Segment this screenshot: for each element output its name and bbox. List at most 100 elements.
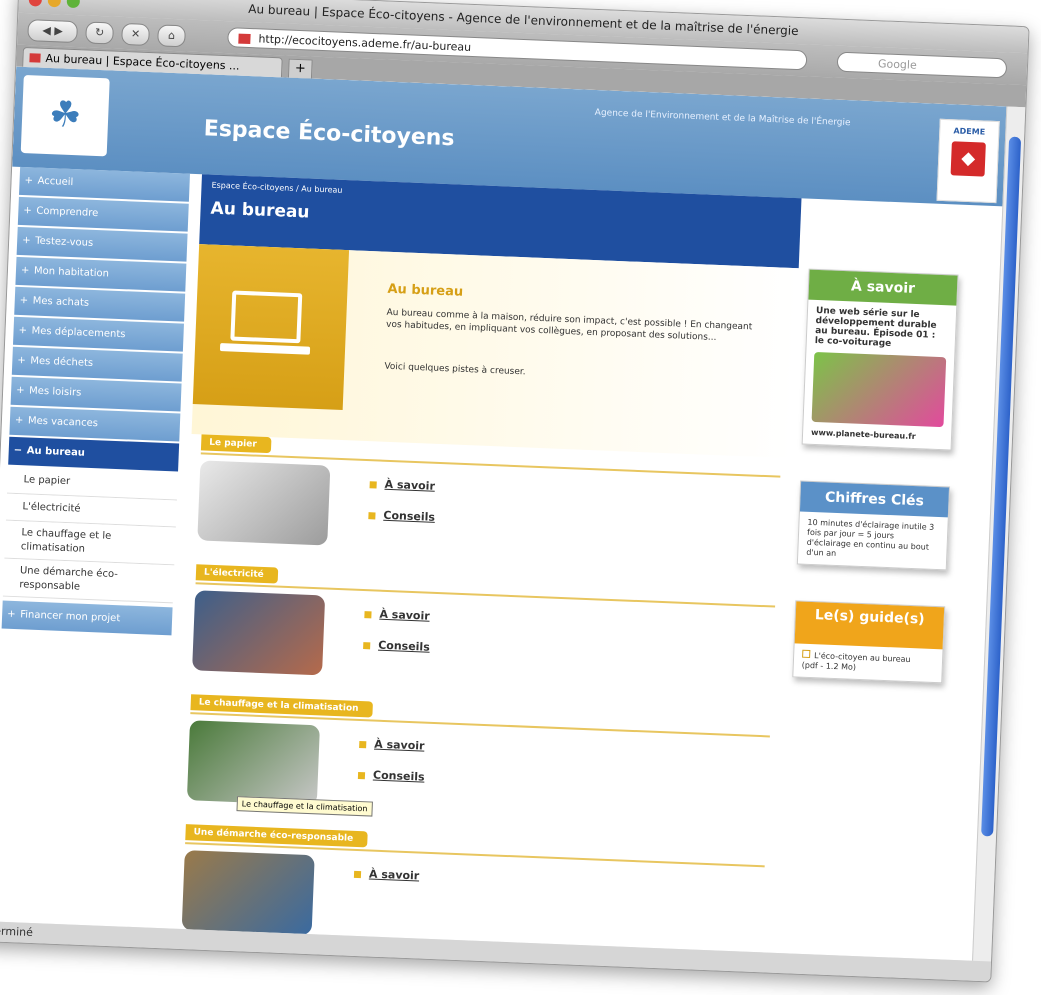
conseils-link[interactable]: Conseils [368,508,435,524]
savoir-box: À savoir Une web série sur le développem… [801,268,959,451]
intro-text: Au bureau comme à la maison, réduire son… [385,307,753,343]
sidebar-item-label: Testez-vous [34,235,94,249]
conseils-link[interactable]: Conseils [357,768,425,784]
pdf-icon [802,649,811,659]
sidebar-item-label: Mes déplacements [31,325,126,341]
sidebar-item-mes-achats[interactable]: + Mes achats [14,286,186,322]
plus-icon: + [21,235,31,247]
plus-icon: + [18,324,28,337]
agency-name: Agence de l'Environnement et de la Maîtr… [594,107,851,129]
tooltip: Le chauffage et la climatisation [236,796,373,817]
section-label: Le papier [200,434,272,454]
savoir-link[interactable]: À savoir [353,867,420,883]
web-series-image[interactable] [811,351,947,428]
link-label: Conseils [372,768,425,784]
plus-icon: + [20,265,30,277]
bullet-icon [359,740,367,748]
browser-window: Au bureau | Espace Éco-citoyens - Agence… [0,0,1030,983]
guide-size: (pdf - 1.2 Mo) [801,660,857,672]
chiffres-text: 10 minutes d'éclairage inutile 3 fois pa… [806,517,935,558]
sidebar-item-testez-vous[interactable]: + Testez-vous [16,226,188,262]
guide-box-body: L'éco-citoyen au bureau (pdf - 1.2 Mo) [793,643,942,682]
savoir-link[interactable]: À savoir [364,607,431,623]
planete-bureau-link[interactable]: www.planete-bureau.fr [811,428,943,443]
bullet-icon [357,771,366,779]
bullet-icon [368,511,376,519]
search-input[interactable]: Google [836,51,1008,79]
back-forward-button[interactable]: ◀ ▶ [27,19,79,44]
link-label: Conseils [377,638,431,654]
sidebar-item-label: Mes vacances [27,415,99,430]
section-links: À savoir Conseils [357,737,426,802]
page-title: Au bureau [210,198,310,223]
sidebar-item-label: Mes déchets [30,355,94,369]
plus-icon: + [23,205,32,217]
url-text: http://ecocitoyens.ademe.fr/au-bureau [258,32,472,54]
home-icon[interactable]: ⌂ [157,24,186,48]
computer-icon [230,290,303,344]
intro-text-2: Voici quelques pistes à creuser. [384,361,526,378]
plus-icon: + [14,414,24,427]
site-title[interactable]: Espace Éco-citoyens [203,116,455,151]
sidebar-item-label: Mes achats [32,295,90,309]
ademe-logo[interactable]: ADEME ◆ [936,118,1000,204]
sidebar-item-mes-dechets[interactable]: + Mes déchets [11,346,183,382]
plus-icon: + [17,354,26,367]
breadcrumb[interactable]: Espace Éco-citoyens / Au bureau [211,181,342,195]
plus-icon: + [6,608,16,621]
print-button[interactable]: Imprimer ▪ [943,244,988,255]
bullet-icon [364,610,372,618]
computer-photo [192,590,326,676]
section-electricite: L'électricité À savoir Conseils [181,564,786,718]
sidebar-item-accueil[interactable]: + Accueil [19,166,190,202]
link-label: À savoir [379,607,430,623]
link-label: À savoir [368,867,420,883]
savoir-link[interactable]: À savoir [359,737,426,753]
section-papier: Le papier À savoir Conseils [186,434,791,588]
sidebar-item-comprendre[interactable]: + Comprendre [17,196,189,232]
plus-icon: + [15,384,25,397]
savoir-link[interactable]: À savoir [369,477,436,493]
new-tab-button[interactable]: + [287,58,313,80]
sidebar-subitem-demarche[interactable]: Une démarche éco-responsable [2,558,175,604]
sidebar-item-label: Mon habitation [33,265,110,280]
sidebar-item-financer[interactable]: + Financer mon projet [1,600,173,636]
sidebar-item-mes-vacances[interactable]: + Mes vacances [9,406,181,442]
link-label: À savoir [384,477,436,493]
sidebar-item-label: Comprendre [36,205,99,220]
sidebar-item-label: Mes loisirs [28,385,82,399]
sidebar-item-mon-habitation[interactable]: + Mon habitation [15,256,187,292]
bullet-icon [363,641,371,649]
section-label: L'électricité [195,564,279,584]
reload-icon[interactable]: ↻ [85,21,115,45]
tab-favicon [29,53,41,63]
right-column: À savoir Une web série sur le développem… [791,268,959,720]
conseils-link[interactable]: Conseils [363,638,430,654]
computer-base [219,343,311,355]
sidebar-item-label: Au bureau [26,445,86,459]
intro-title: Au bureau [387,281,464,300]
stop-icon[interactable]: ✕ [121,22,150,46]
link-label: À savoir [373,737,425,753]
minus-icon: − [13,444,23,457]
site-favicon [238,33,251,45]
guide-box-title: Le(s) guide(s) [794,601,945,650]
sidebar-item-au-bureau[interactable]: − Au bureau [8,436,180,472]
sidebar: + Accueil + Comprendre + Testez-vous + Mon h… [1,166,190,637]
savoir-text: Une web série sur le développement durab… [814,305,937,350]
link-label: Conseils [383,508,436,524]
guide-box: Le(s) guide(s) L'éco-citoyen au bureau (… [792,600,946,684]
page-content: ☘ Espace Éco-citoyens Agence de l'Enviro… [0,66,1008,961]
site-logo[interactable]: ☘ [20,74,110,157]
sidebar-item-mes-loisirs[interactable]: + Mes loisirs [10,376,182,412]
paper-photo [197,460,331,546]
chiffres-box: Chiffres Clés 10 minutes d'éclairage inu… [796,480,951,571]
section-links: À savoir Conseils [367,477,436,542]
ademe-mark-icon: ◆ [950,141,986,177]
ademe-word: ADEME [953,126,986,137]
sidebar-item-mes-deplacements[interactable]: + Mes déplacements [12,316,184,352]
print-label: Imprimer [942,244,980,255]
intro-panel: Au bureau Au bureau comme à la maison, r… [191,244,799,459]
main-content: Espace Éco-citoyens / Au bureau Au burea… [171,174,988,961]
printer-icon: ▪ [981,245,988,255]
